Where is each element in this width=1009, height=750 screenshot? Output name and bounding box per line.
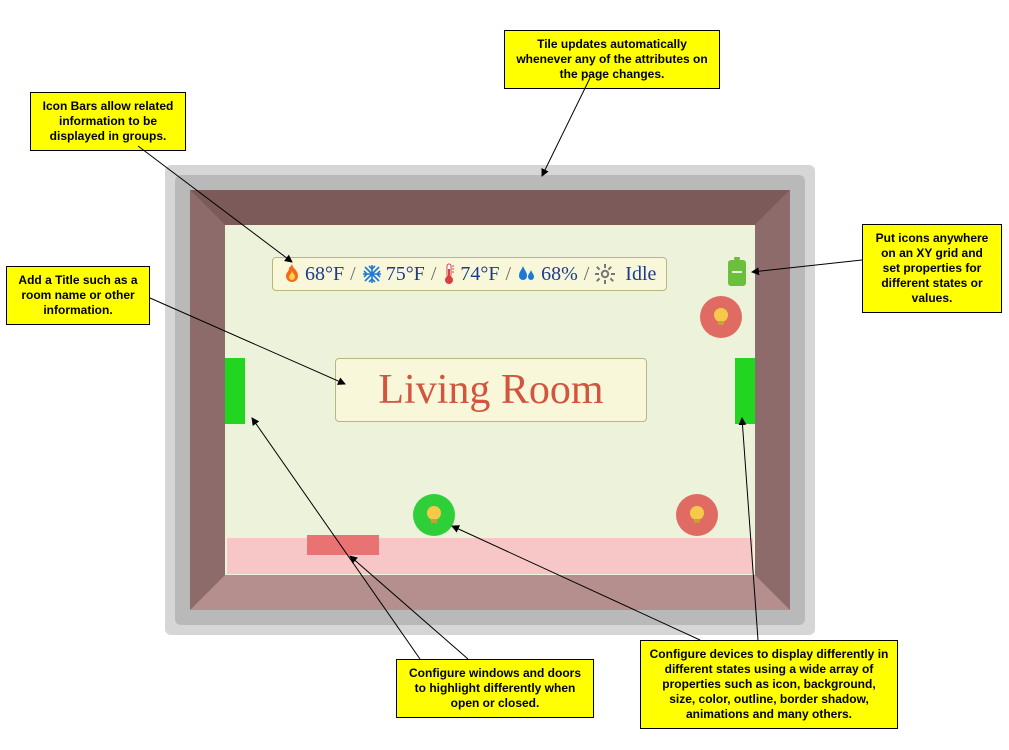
flame-icon <box>283 264 301 284</box>
window-left[interactable] <box>225 358 245 424</box>
icon-bar[interactable]: 68°F / 75°F / 74°F / 68% / Idle <box>272 257 667 291</box>
door-bottom[interactable] <box>307 535 379 555</box>
separator: / <box>584 263 590 286</box>
bulb-icon <box>686 504 708 526</box>
callout-top: Tile updates automatically whenever any … <box>504 30 720 89</box>
callout-iconbars-text: Icon Bars allow related information to b… <box>43 99 174 143</box>
callout-iconbars: Icon Bars allow related information to b… <box>30 92 186 151</box>
separator: / <box>431 263 437 286</box>
humidity-value: 68% <box>541 263 578 286</box>
cool-value: 75°F <box>386 263 425 286</box>
callout-top-text: Tile updates automatically whenever any … <box>516 37 707 81</box>
device-light-3[interactable] <box>676 494 718 536</box>
callout-devices-text: Configure devices to display differently… <box>650 647 889 721</box>
callout-gridicons-text: Put icons anywhere on an XY grid and set… <box>876 231 989 305</box>
window-right[interactable] <box>735 358 755 424</box>
bulb-icon <box>423 504 445 526</box>
status-value: Idle <box>625 263 656 286</box>
thermometer-icon <box>442 263 456 285</box>
temp-value: 74°F <box>460 263 499 286</box>
callout-devices: Configure devices to display differently… <box>640 640 898 729</box>
device-light-1[interactable] <box>700 296 742 338</box>
callout-windows-text: Configure windows and doors to highlight… <box>409 666 581 710</box>
battery-icon[interactable] <box>726 257 748 287</box>
gear-icon <box>595 264 615 284</box>
callout-title: Add a Title such as a room name or other… <box>6 266 150 325</box>
callout-windows: Configure windows and doors to highlight… <box>396 659 594 718</box>
callout-gridicons: Put icons anywhere on an XY grid and set… <box>862 224 1002 313</box>
separator: / <box>506 263 512 286</box>
heat-value: 68°F <box>305 263 344 286</box>
callout-title-text: Add a Title such as a room name or other… <box>18 273 137 317</box>
humidity-icon <box>517 264 537 284</box>
room-title: Living Room <box>335 358 647 422</box>
device-light-2[interactable] <box>413 494 455 536</box>
bulb-icon <box>710 306 732 328</box>
diagram-stage: { "callouts": { "top": "Tile updates aut… <box>0 0 1009 750</box>
separator: / <box>350 263 356 286</box>
room-title-text: Living Room <box>378 366 603 414</box>
snowflake-icon <box>362 264 382 284</box>
floor-strip <box>227 538 753 574</box>
